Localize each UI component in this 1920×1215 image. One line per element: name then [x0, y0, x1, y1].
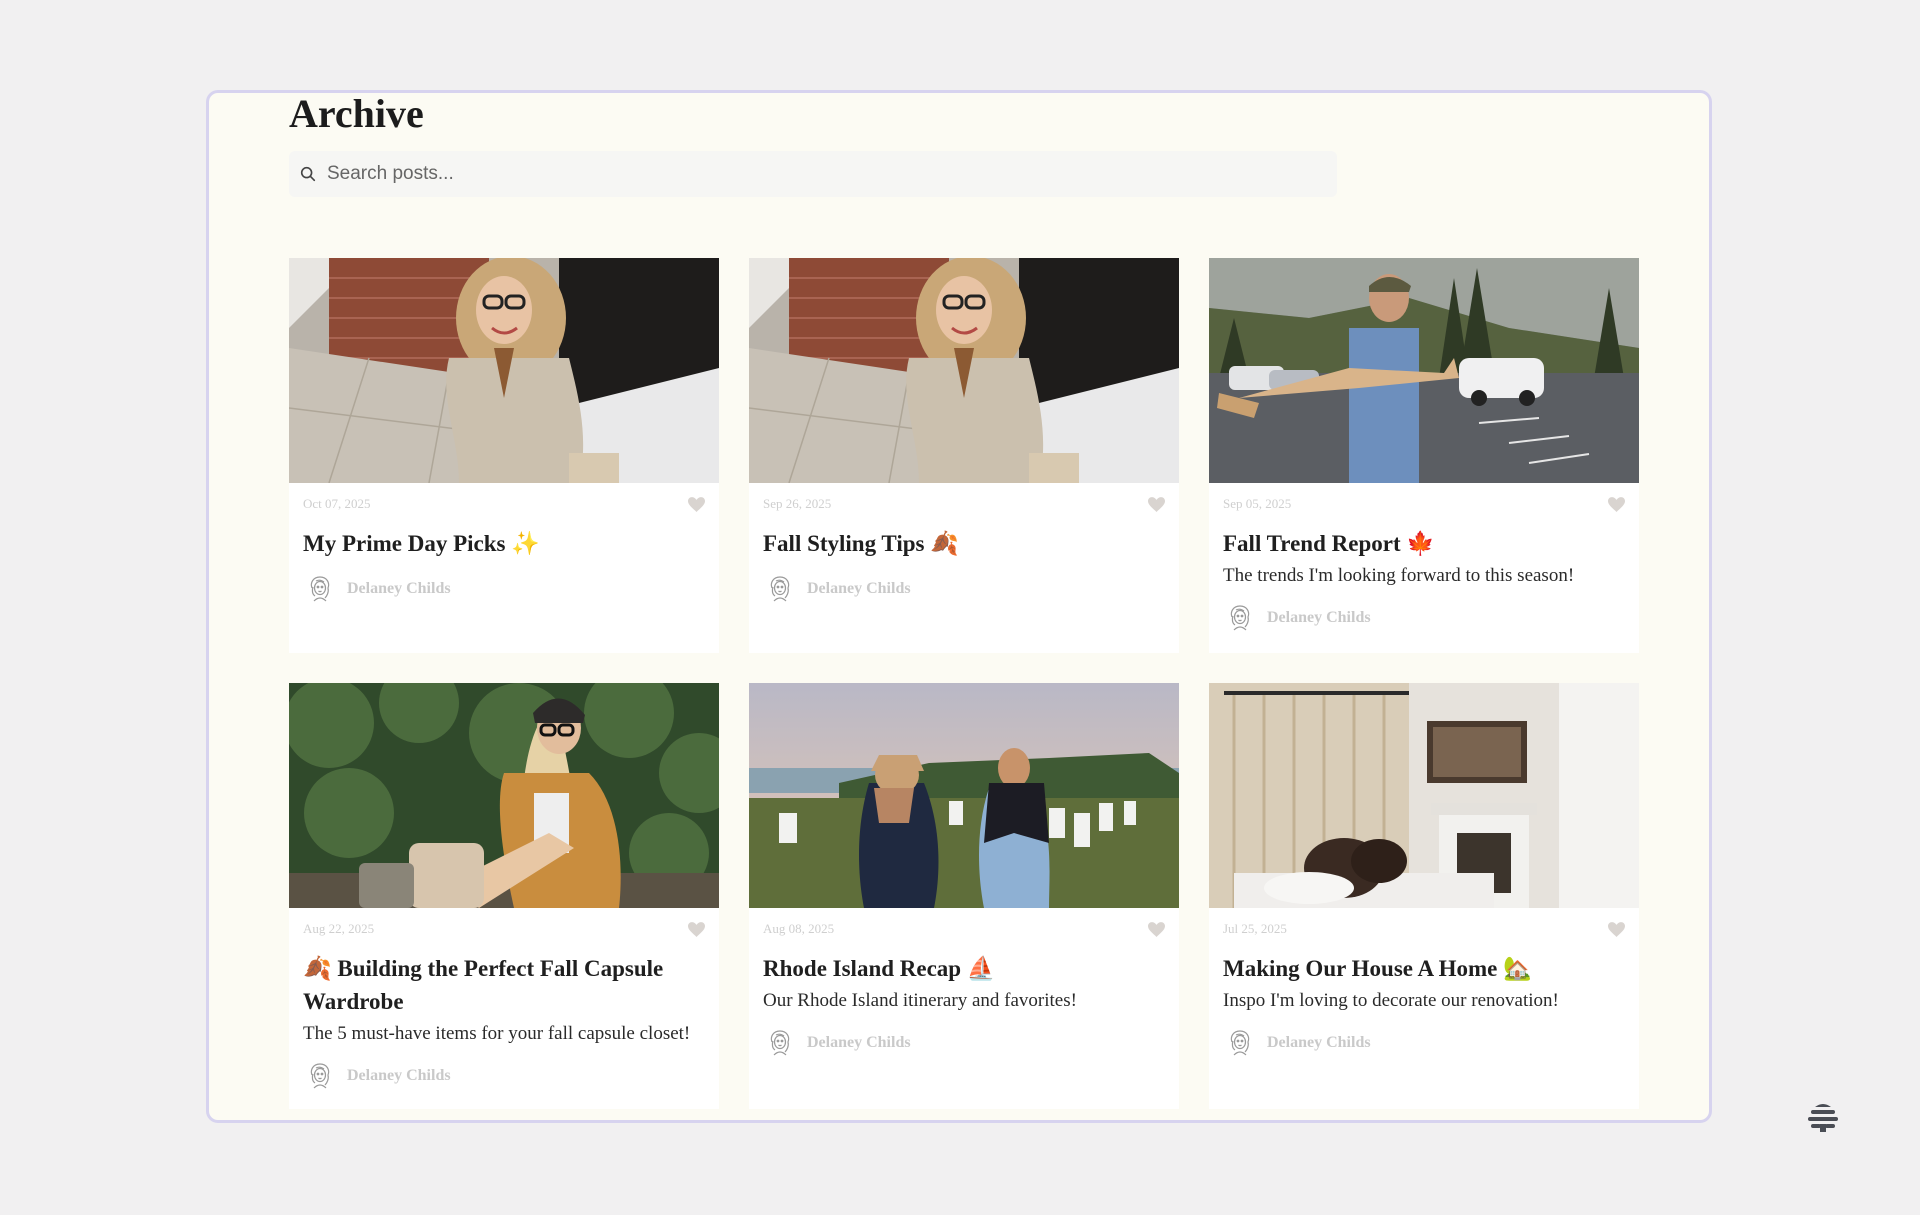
post-thumbnail[interactable] — [289, 258, 719, 483]
author-name: Delaney Childs — [1267, 609, 1371, 626]
post-author: Delaney Childs — [303, 1061, 705, 1091]
post-card[interactable]: Aug 08, 2025 Rhode Island Recap ⛵ Our Rh… — [749, 683, 1179, 1109]
post-card-body: Jul 25, 2025 Making Our House A Home 🏡 I… — [1209, 908, 1639, 1070]
post-excerpt: The trends I'm looking forward to this s… — [1223, 565, 1575, 586]
post-thumbnail[interactable] — [749, 258, 1179, 483]
post-card-body: Oct 07, 2025 My Prime Day Picks ✨ Delane… — [289, 483, 719, 616]
post-author: Delaney Childs — [303, 574, 705, 604]
search-bar[interactable] — [289, 151, 1337, 197]
post-date: Sep 26, 2025 — [763, 496, 832, 511]
heart-icon[interactable] — [688, 497, 705, 512]
avatar-icon — [305, 1061, 335, 1091]
author-name: Delaney Childs — [1267, 1034, 1371, 1051]
avatar-icon — [1225, 603, 1255, 633]
heart-icon[interactable] — [1608, 497, 1625, 512]
post-card-body: Sep 26, 2025 Fall Styling Tips 🍂 Delaney… — [749, 483, 1179, 616]
archive-panel: Archive Search posts... Oct 07, 2025 My … — [206, 90, 1712, 1123]
post-date: Aug 08, 2025 — [763, 921, 835, 936]
post-card[interactable]: Aug 22, 2025 🍂 Building the Perfect Fall… — [289, 683, 719, 1109]
author-name: Delaney Childs — [347, 1067, 451, 1084]
post-meta: Sep 26, 2025 — [763, 496, 1165, 512]
post-excerpt: Our Rhode Island itinerary and favorites… — [763, 990, 1077, 1011]
post-card[interactable]: Oct 07, 2025 My Prime Day Picks ✨ Delane… — [289, 258, 719, 653]
avatar-icon — [305, 574, 335, 604]
post-author: Delaney Childs — [1223, 603, 1625, 633]
post-card[interactable]: Sep 26, 2025 Fall Styling Tips 🍂 Delaney… — [749, 258, 1179, 653]
page-title: Archive — [289, 91, 424, 136]
post-card-body: Aug 22, 2025 🍂 Building the Perfect Fall… — [289, 908, 719, 1103]
post-meta: Oct 07, 2025 — [303, 496, 705, 512]
search-input[interactable] — [327, 154, 1307, 194]
post-title[interactable]: Making Our House A Home 🏡 — [1223, 952, 1625, 985]
author-name: Delaney Childs — [347, 580, 451, 597]
post-card[interactable]: Sep 05, 2025 Fall Trend Report 🍁 The tre… — [1209, 258, 1639, 653]
search-icon — [300, 166, 316, 182]
post-author: Delaney Childs — [763, 1028, 1165, 1058]
heart-icon[interactable] — [1148, 497, 1165, 512]
post-title[interactable]: Fall Trend Report 🍁 — [1223, 527, 1625, 560]
posts-grid: Oct 07, 2025 My Prime Day Picks ✨ Delane… — [289, 258, 1641, 1109]
avatar-icon — [765, 574, 795, 604]
post-title[interactable]: Rhode Island Recap ⛵ — [763, 952, 1165, 985]
post-thumbnail[interactable] — [289, 683, 719, 908]
heart-icon[interactable] — [688, 922, 705, 937]
post-excerpt: The 5 must-have items for your fall caps… — [303, 1023, 691, 1044]
post-thumbnail[interactable] — [1209, 258, 1639, 483]
heart-icon[interactable] — [1148, 922, 1165, 937]
post-title[interactable]: My Prime Day Picks ✨ — [303, 527, 705, 560]
post-title[interactable]: Fall Styling Tips 🍂 — [763, 527, 1165, 560]
post-date: Oct 07, 2025 — [303, 496, 371, 511]
post-card[interactable]: Jul 25, 2025 Making Our House A Home 🏡 I… — [1209, 683, 1639, 1109]
post-date: Sep 05, 2025 — [1223, 496, 1292, 511]
post-title[interactable]: 🍂 Building the Perfect Fall Capsule Ward… — [303, 952, 705, 1018]
heart-icon[interactable] — [1608, 922, 1625, 937]
post-card-body: Sep 05, 2025 Fall Trend Report 🍁 The tre… — [1209, 483, 1639, 645]
beehive-logo-icon[interactable] — [1804, 1099, 1842, 1137]
post-date: Aug 22, 2025 — [303, 921, 375, 936]
post-thumbnail[interactable] — [749, 683, 1179, 908]
avatar-icon — [1225, 1028, 1255, 1058]
avatar-icon — [765, 1028, 795, 1058]
author-name: Delaney Childs — [807, 580, 911, 597]
post-meta: Jul 25, 2025 — [1223, 921, 1625, 937]
post-meta: Aug 22, 2025 — [303, 921, 705, 937]
post-meta: Sep 05, 2025 — [1223, 496, 1625, 512]
post-thumbnail[interactable] — [1209, 683, 1639, 908]
post-excerpt: Inspo I'm loving to decorate our renovat… — [1223, 990, 1559, 1011]
post-author: Delaney Childs — [1223, 1028, 1625, 1058]
post-card-body: Aug 08, 2025 Rhode Island Recap ⛵ Our Rh… — [749, 908, 1179, 1070]
post-author: Delaney Childs — [763, 574, 1165, 604]
author-name: Delaney Childs — [807, 1034, 911, 1051]
post-date: Jul 25, 2025 — [1223, 921, 1287, 936]
post-meta: Aug 08, 2025 — [763, 921, 1165, 937]
